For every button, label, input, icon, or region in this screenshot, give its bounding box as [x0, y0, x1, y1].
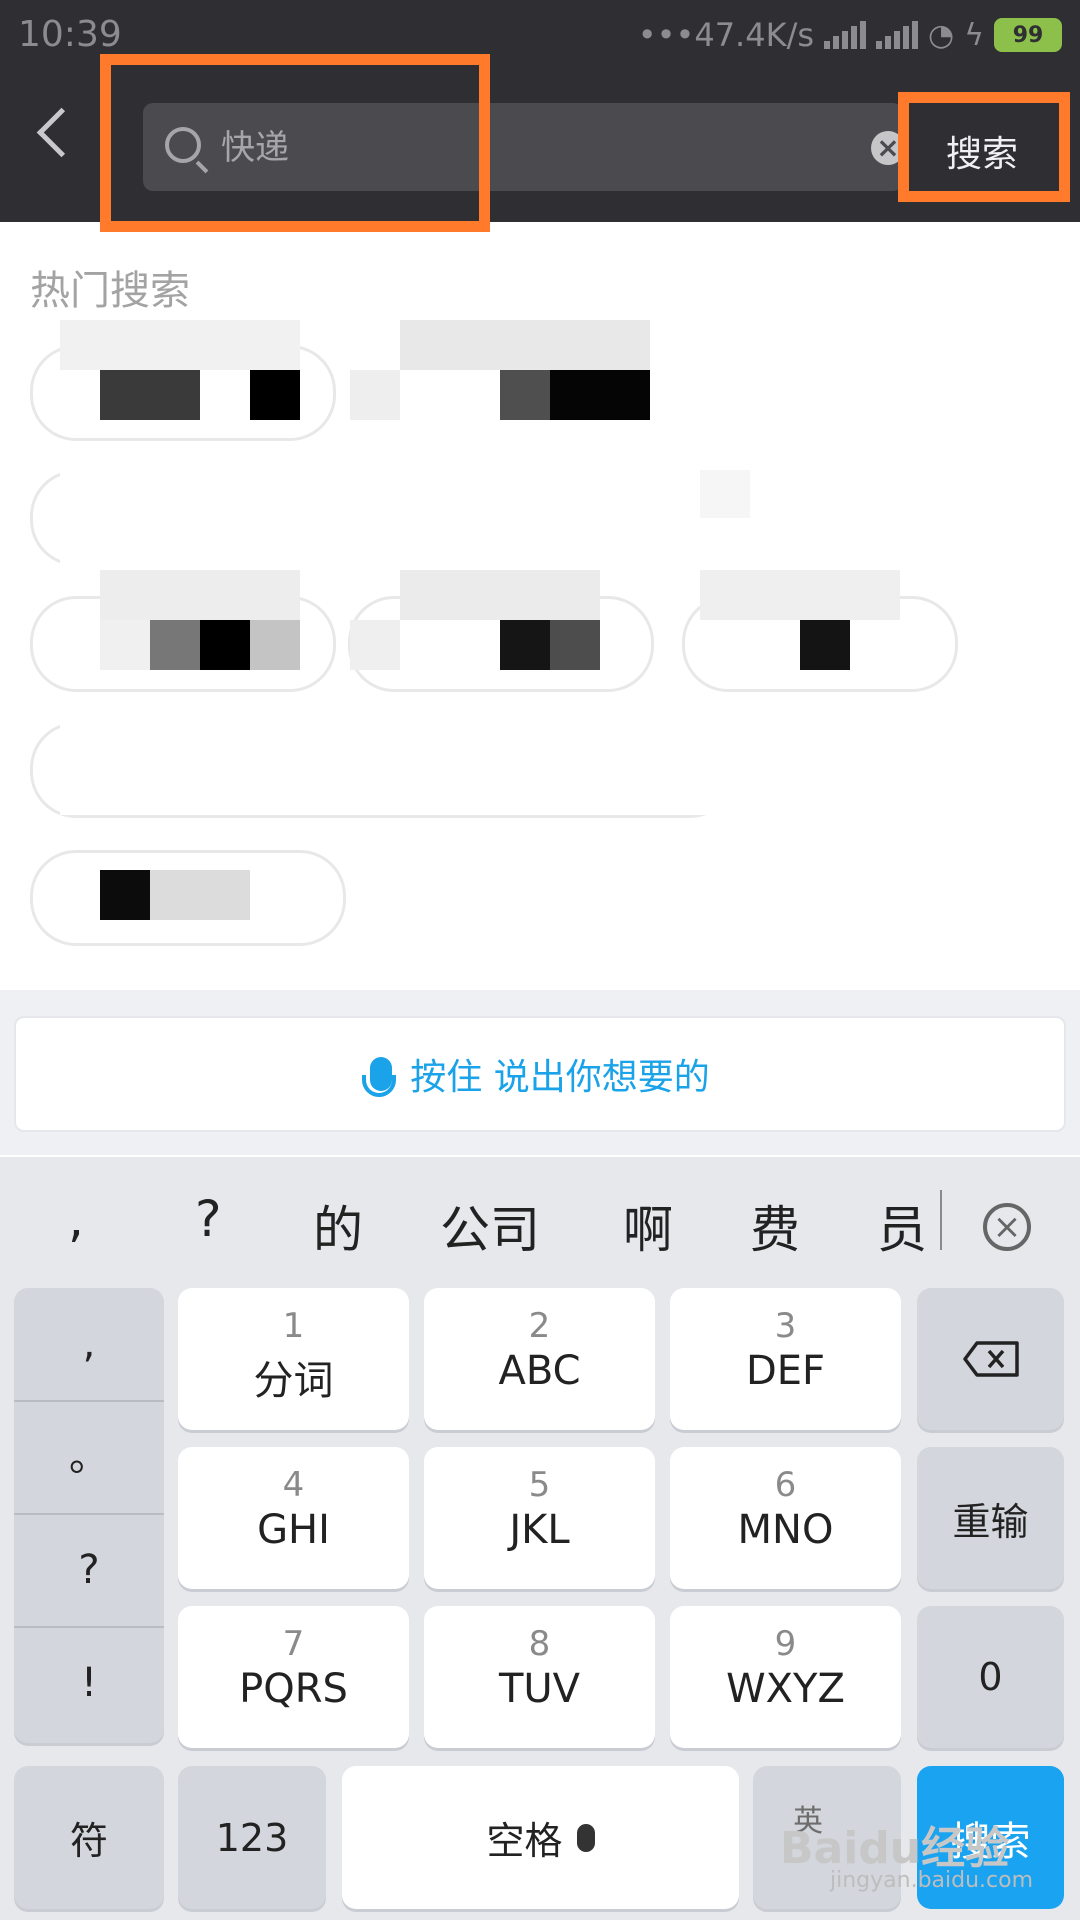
- key-4[interactable]: 4 GHI: [178, 1447, 409, 1589]
- censor-pixel: [100, 870, 150, 920]
- voice-input-button[interactable]: 按住 说出你想要的: [14, 1016, 1066, 1132]
- key-label: MNO: [737, 1507, 834, 1553]
- key-label: DEF: [745, 1348, 826, 1394]
- censor-pixel: [500, 370, 550, 420]
- wifi-icon: ◔: [928, 17, 955, 53]
- microphone-icon: [362, 1057, 397, 1097]
- censor-pixel: [800, 620, 850, 670]
- key-number: 5: [528, 1465, 551, 1505]
- key-7[interactable]: 7 PQRS: [178, 1606, 409, 1748]
- key-8[interactable]: 8 TUV: [424, 1606, 655, 1748]
- candidate-word[interactable]: 啊: [623, 1190, 673, 1262]
- censor-pixel: [550, 370, 650, 420]
- signal-icon-2: [876, 21, 919, 49]
- key-number: 7: [282, 1624, 305, 1664]
- censor-pixel: [150, 620, 200, 670]
- highlight-box-search-button: [898, 92, 1070, 202]
- voice-label: 按住 说出你想要的: [410, 1057, 710, 1098]
- signal-icon: [824, 21, 867, 49]
- punct-key[interactable]: ?: [14, 1514, 164, 1628]
- censor-pixel: [100, 370, 200, 420]
- censor-block: [60, 320, 300, 370]
- punct-key[interactable]: !: [14, 1627, 164, 1739]
- candidate-word[interactable]: 公司: [440, 1190, 540, 1262]
- censor-block: [100, 570, 300, 620]
- censor-block: [400, 320, 650, 370]
- candidate-divider: [940, 1190, 942, 1250]
- censor-pixel: [350, 620, 400, 670]
- candidate-delete-icon[interactable]: ×: [983, 1203, 1031, 1251]
- key-label: PQRS: [239, 1666, 348, 1712]
- symbol-key[interactable]: 符: [14, 1766, 164, 1909]
- key-label: 分词: [253, 1358, 334, 1404]
- charging-icon: ϟ: [964, 17, 984, 53]
- punct-key[interactable]: ,: [14, 1288, 164, 1402]
- censor-pixel: [500, 620, 550, 670]
- backspace-icon: [962, 1341, 1019, 1377]
- candidate-word[interactable]: ?: [195, 1190, 222, 1248]
- candidate-word[interactable]: ,: [68, 1190, 84, 1248]
- censor-block: [400, 570, 600, 620]
- battery-icon: 99: [994, 18, 1062, 52]
- censor-pixel: [250, 370, 300, 420]
- key-number: 9: [774, 1624, 797, 1664]
- censor-pixel: [150, 870, 250, 920]
- punct-key[interactable]: 。: [14, 1401, 164, 1515]
- net-speed: •••47.4K/s: [637, 16, 815, 54]
- censor-pixel: [200, 620, 250, 670]
- watermark: Baidu经验: [780, 1823, 1010, 1874]
- key-label: WXYZ: [726, 1666, 845, 1712]
- back-icon[interactable]: [36, 107, 87, 158]
- censor-pixel: [100, 620, 150, 670]
- censor-block: [700, 470, 750, 518]
- key-number: 4: [282, 1465, 305, 1505]
- punctuation-column: , 。 ? !: [14, 1288, 164, 1743]
- censor-block: [60, 460, 760, 580]
- censor-pixel: [550, 620, 600, 670]
- reinput-key[interactable]: 重输: [917, 1447, 1064, 1589]
- censor-block: [700, 570, 900, 620]
- key-6[interactable]: 6 MNO: [670, 1447, 901, 1589]
- key-label: JKL: [509, 1507, 570, 1553]
- key-1[interactable]: 1 分词: [178, 1288, 409, 1430]
- numbers-key[interactable]: 123: [178, 1766, 326, 1909]
- key-number: 6: [774, 1465, 797, 1505]
- key-label: ABC: [498, 1348, 581, 1394]
- candidate-word[interactable]: 员: [877, 1190, 927, 1262]
- microphone-icon: [576, 1823, 595, 1852]
- censor-pixel: [350, 370, 400, 420]
- key-label: GHI: [257, 1507, 330, 1553]
- key-5[interactable]: 5 JKL: [424, 1447, 655, 1589]
- backspace-key[interactable]: [917, 1288, 1064, 1430]
- key-number: 1: [282, 1306, 305, 1346]
- key-label: TUV: [498, 1666, 581, 1712]
- key-number: 2: [528, 1306, 551, 1346]
- space-label: 空格: [486, 1819, 563, 1863]
- key-9[interactable]: 9 WXYZ: [670, 1606, 901, 1748]
- status-time: 10:39: [18, 14, 122, 55]
- key-number: 3: [774, 1306, 797, 1346]
- hot-search-title: 热门搜索: [30, 268, 190, 314]
- watermark-url: jingyan.baidu.com: [830, 1868, 1034, 1893]
- candidate-word[interactable]: 的: [313, 1190, 363, 1262]
- space-key[interactable]: 空格: [342, 1766, 739, 1909]
- key-3[interactable]: 3 DEF: [670, 1288, 901, 1430]
- highlight-box-search-input: [100, 54, 490, 232]
- key-number: 8: [528, 1624, 551, 1664]
- zero-key[interactable]: 0: [917, 1606, 1064, 1748]
- censor-block: [60, 715, 740, 815]
- candidate-word[interactable]: 费: [750, 1190, 800, 1262]
- key-2[interactable]: 2 ABC: [424, 1288, 655, 1430]
- status-icons: •••47.4K/s ◔ ϟ 99: [638, 16, 1062, 54]
- censor-pixel: [250, 620, 300, 670]
